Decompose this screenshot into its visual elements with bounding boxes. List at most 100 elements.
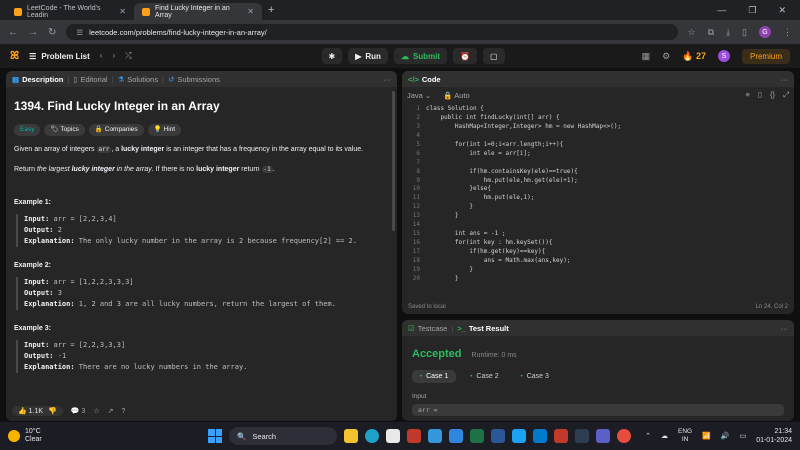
reset-icon[interactable]: {}	[770, 90, 775, 100]
topics-chip[interactable]: 🏷 Topics	[44, 124, 85, 136]
difficulty-badge[interactable]: Easy	[14, 124, 41, 136]
like-button[interactable]: 👍 1.1K	[18, 407, 43, 415]
profile-avatar[interactable]: G	[759, 26, 771, 38]
back-icon[interactable]: ←	[8, 27, 18, 38]
chrome-icon[interactable]	[617, 429, 631, 443]
submit-button[interactable]: ☁ Submit	[393, 48, 448, 64]
code-line[interactable]: 13 }	[402, 212, 794, 221]
case-tab-1[interactable]: • Case 1	[412, 370, 457, 383]
forward-icon[interactable]: →	[28, 27, 38, 38]
file-explorer-icon[interactable]	[344, 429, 358, 443]
sidepanel-icon[interactable]: ▯	[742, 27, 747, 38]
code-line[interactable]: 19 }	[402, 266, 794, 275]
browser-tab-leetcode[interactable]: LeetCode - The World's Leadin ✕	[6, 3, 134, 20]
code-line[interactable]: 6 int ele = arr[i];	[402, 150, 794, 159]
wifi-icon[interactable]: 📶	[702, 432, 711, 440]
tab-test-result[interactable]: >_ Test Result	[457, 324, 508, 333]
tab-submissions[interactable]: ↺ Submissions	[168, 75, 220, 84]
run-button[interactable]: ▶ Run	[348, 48, 388, 64]
excel-icon[interactable]	[470, 429, 484, 443]
new-tab-icon[interactable]: +	[268, 4, 274, 16]
browser-menu-icon[interactable]: ⋮	[783, 27, 792, 38]
bookmark-icon[interactable]: ▯	[758, 90, 762, 100]
autocomplete-toggle[interactable]: 🔒 Auto	[443, 91, 469, 100]
tab-solutions[interactable]: ⚗ Solutions	[118, 75, 159, 84]
prev-problem-icon[interactable]: ‹	[100, 51, 103, 61]
hint-chip[interactable]: 💡 Hint	[147, 124, 182, 136]
code-line[interactable]: 9 hm.put(ele,hm.get(ele)+1);	[402, 177, 794, 186]
tab-testcase[interactable]: ☑ Testcase	[408, 324, 447, 333]
clock[interactable]: 21:34 01-01-2024	[756, 427, 792, 445]
problem-list-button[interactable]: ☰ Problem List	[29, 52, 90, 61]
teams-icon[interactable]	[596, 429, 610, 443]
bookmark-star-icon[interactable]: ☆	[688, 27, 696, 38]
extensions-icon[interactable]: ⧉	[708, 27, 714, 38]
code-line[interactable]: 3 HashMap<Integer,Integer> hm = new Hash…	[402, 123, 794, 132]
code-line[interactable]: 8 if(hm.containsKey(ele)==true){	[402, 168, 794, 177]
code-editor[interactable]: 1 class Solution {2 public int findLucky(…	[402, 105, 794, 297]
calendar-app-icon[interactable]	[407, 429, 421, 443]
case-tab-3[interactable]: • Case 3	[513, 370, 557, 383]
reload-icon[interactable]: ↻	[48, 27, 56, 38]
minimize-icon[interactable]: —	[717, 5, 726, 16]
code-line[interactable]: 5 for(int i=0;i<arr.length;i++){	[402, 141, 794, 150]
settings-gear-icon[interactable]: ⚙	[662, 51, 670, 62]
tab-code[interactable]: </> Code	[408, 75, 441, 84]
messaging-app-icon[interactable]	[512, 429, 526, 443]
layout-icon[interactable]: ▦	[642, 51, 651, 62]
code-line[interactable]: 15 int ans = -1 ;	[402, 230, 794, 239]
premium-button[interactable]: Premium	[741, 48, 790, 64]
timer-button[interactable]: ⏰	[453, 48, 478, 64]
description-scrollbar[interactable]	[392, 91, 395, 231]
code-line[interactable]: 12 }	[402, 203, 794, 212]
notes-button[interactable]: ▢	[483, 48, 505, 64]
streak-counter[interactable]: 🔥 27	[682, 51, 706, 62]
next-problem-icon[interactable]: ›	[112, 51, 115, 61]
code-line[interactable]: 4	[402, 132, 794, 141]
language-indicator[interactable]: ENG IN	[678, 428, 692, 444]
help-icon[interactable]: ?	[122, 408, 126, 415]
shuffle-icon[interactable]: ⤮	[125, 51, 131, 61]
case-tab-2[interactable]: • Case 2	[462, 370, 506, 383]
fullscreen-icon[interactable]: ⤢	[783, 90, 789, 100]
terminal-app-icon[interactable]	[575, 429, 589, 443]
word-icon[interactable]	[491, 429, 505, 443]
code-line[interactable]: 7	[402, 159, 794, 168]
code-line[interactable]: 1 class Solution {	[402, 105, 794, 114]
notes-app-icon[interactable]	[386, 429, 400, 443]
vscode-icon[interactable]	[533, 429, 547, 443]
antivirus-icon[interactable]	[554, 429, 568, 443]
companies-chip[interactable]: 🔒 Companies	[88, 124, 144, 136]
browser-tab-problem[interactable]: Find Lucky Integer in an Array ✕	[134, 3, 262, 20]
url-field[interactable]: ☰ leetcode.com/problems/find-lucky-integ…	[66, 24, 678, 40]
edge-icon[interactable]	[365, 429, 379, 443]
cloud-icon[interactable]: ☁	[661, 432, 668, 440]
code-line[interactable]: 2 public int findLucky(int[] arr) {	[402, 114, 794, 123]
tray-overflow-icon[interactable]: ⌃	[645, 432, 651, 440]
language-select[interactable]: Java ⌄	[407, 91, 431, 100]
panel-menu-icon[interactable]: ···	[384, 75, 392, 84]
site-info-icon[interactable]: ☰	[76, 28, 83, 37]
windows-start-icon[interactable]	[208, 429, 222, 443]
comments-button[interactable]: 💬 3	[71, 407, 86, 415]
code-line[interactable]: 10 }else{	[402, 185, 794, 194]
battery-icon[interactable]: ▭	[740, 432, 747, 440]
panel-menu-icon[interactable]: ···	[781, 324, 789, 333]
code-line[interactable]: 11 hm.put(ele,1);	[402, 194, 794, 203]
user-avatar[interactable]: S	[717, 50, 730, 62]
code-line[interactable]: 14	[402, 221, 794, 230]
maximize-icon[interactable]: ❐	[748, 5, 756, 16]
taskbar-search[interactable]: 🔍 Search	[229, 427, 337, 445]
format-icon[interactable]: ≡	[745, 90, 749, 100]
code-line[interactable]: 16 for(int key : hm.keySet()){	[402, 239, 794, 248]
photos-app-icon[interactable]	[428, 429, 442, 443]
close-tab-icon[interactable]: ✕	[119, 7, 126, 16]
code-line[interactable]: 17 if(hm.get(key)==key){	[402, 248, 794, 257]
tab-description[interactable]: ▤ Description	[12, 75, 63, 84]
dislike-icon[interactable]: 👎	[48, 407, 57, 415]
favorite-star-icon[interactable]: ☆	[93, 407, 99, 415]
share-icon[interactable]: ↗	[108, 407, 114, 415]
panel-menu-icon[interactable]: ···	[781, 75, 789, 84]
volume-icon[interactable]: 🔊	[721, 432, 730, 440]
code-line[interactable]: 20 }	[402, 275, 794, 284]
